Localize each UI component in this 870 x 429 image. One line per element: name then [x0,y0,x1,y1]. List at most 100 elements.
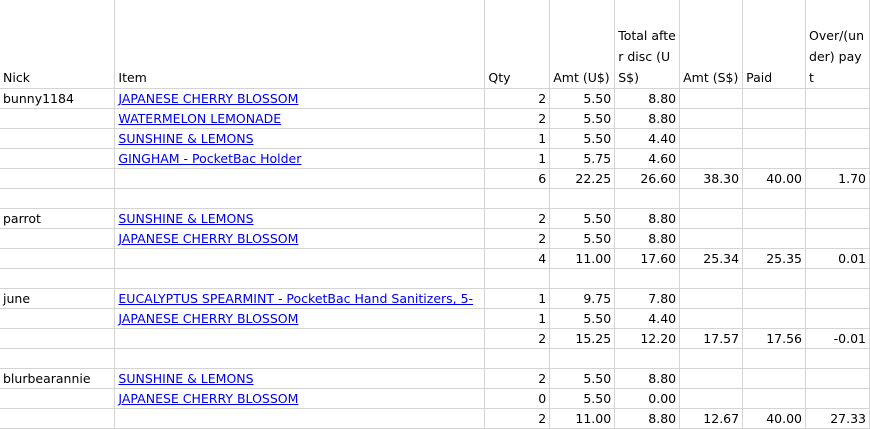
over-under-cell[interactable] [805,228,870,249]
total-after-disc-cell[interactable]: 7.80 [614,288,681,309]
amt-usd-cell[interactable]: 5.50 [549,388,616,409]
paid-cell[interactable] [742,388,807,409]
over-under-cell[interactable] [805,308,870,329]
total-after-disc-cell[interactable]: 4.40 [614,128,681,149]
empty-cell[interactable] [805,348,870,369]
empty-cell[interactable] [549,348,616,369]
nick-cell[interactable] [0,328,116,349]
item-cell[interactable]: WATERMELON LEMONADE [114,108,486,129]
total-after-disc-total-cell[interactable]: 26.60 [614,168,681,189]
empty-cell[interactable] [742,268,807,289]
item-link[interactable]: SUNSHINE & LEMONS [118,131,253,146]
paid-cell[interactable] [742,108,807,129]
header-total-after-disc[interactable]: Total after disc (US$) [614,0,681,89]
empty-cell[interactable] [0,188,116,209]
item-link[interactable]: SUNSHINE & LEMONS [118,371,253,386]
item-link[interactable]: JAPANESE CHERRY BLOSSOM [118,391,298,406]
qty-cell[interactable]: 1 [484,148,551,169]
total-after-disc-cell[interactable]: 8.80 [614,228,681,249]
empty-cell[interactable] [114,348,486,369]
total-after-disc-cell[interactable]: 8.80 [614,208,681,229]
qty-cell[interactable]: 2 [484,228,551,249]
empty-cell[interactable] [484,188,551,209]
item-cell[interactable] [114,408,486,429]
qty-cell[interactable]: 1 [484,308,551,329]
nick-cell[interactable]: june [0,288,116,309]
over-under-cell[interactable] [805,288,870,309]
over-under-cell[interactable] [805,128,870,149]
over-under-cell[interactable] [805,388,870,409]
amt-sgd-cell[interactable] [679,108,744,129]
empty-cell[interactable] [114,188,486,209]
empty-cell[interactable] [549,188,616,209]
item-cell[interactable]: JAPANESE CHERRY BLOSSOM [114,88,486,109]
item-cell[interactable] [114,328,486,349]
nick-cell[interactable] [0,128,116,149]
total-after-disc-cell[interactable]: 8.80 [614,108,681,129]
empty-cell[interactable] [679,268,744,289]
empty-cell[interactable] [679,348,744,369]
empty-cell[interactable] [0,268,116,289]
over-under-total-cell[interactable]: 0.01 [805,248,870,269]
qty-cell[interactable]: 2 [484,208,551,229]
amt-sgd-total-cell[interactable]: 25.34 [679,248,744,269]
qty-cell[interactable]: 2 [484,108,551,129]
amt-sgd-cell[interactable] [679,128,744,149]
nick-cell[interactable] [0,108,116,129]
amt-sgd-cell[interactable] [679,288,744,309]
item-link[interactable]: EUCALYPTUS SPEARMINT - PocketBac Hand Sa… [118,291,473,306]
header-amt-sgd[interactable]: Amt (S$) [679,0,744,89]
item-link[interactable]: SUNSHINE & LEMONS [118,211,253,226]
item-cell[interactable]: SUNSHINE & LEMONS [114,208,486,229]
amt-usd-total-cell[interactable]: 11.00 [549,248,616,269]
paid-cell[interactable] [742,88,807,109]
amt-usd-cell[interactable]: 9.75 [549,288,616,309]
empty-cell[interactable] [0,348,116,369]
empty-cell[interactable] [614,348,681,369]
amt-usd-cell[interactable]: 5.50 [549,128,616,149]
paid-cell[interactable] [742,148,807,169]
total-after-disc-total-cell[interactable]: 12.20 [614,328,681,349]
amt-usd-total-cell[interactable]: 22.25 [549,168,616,189]
item-cell[interactable]: SUNSHINE & LEMONS [114,128,486,149]
amt-sgd-cell[interactable] [679,368,744,389]
paid-cell[interactable] [742,288,807,309]
qty-cell[interactable]: 2 [484,368,551,389]
item-cell[interactable]: GINGHAM - PocketBac Holder [114,148,486,169]
total-after-disc-cell[interactable]: 8.80 [614,88,681,109]
item-cell[interactable] [114,168,486,189]
nick-cell[interactable] [0,308,116,329]
header-nick[interactable]: Nick [0,0,116,89]
qty-total-cell[interactable]: 6 [484,168,551,189]
nick-cell[interactable]: parrot [0,208,116,229]
item-cell[interactable]: EUCALYPTUS SPEARMINT - PocketBac Hand Sa… [114,288,486,309]
empty-cell[interactable] [484,268,551,289]
nick-cell[interactable] [0,168,116,189]
empty-cell[interactable] [742,188,807,209]
empty-cell[interactable] [614,268,681,289]
amt-sgd-cell[interactable] [679,308,744,329]
nick-cell[interactable] [0,388,116,409]
paid-cell[interactable] [742,208,807,229]
header-item[interactable]: Item [114,0,486,89]
item-cell[interactable] [114,248,486,269]
nick-cell[interactable] [0,408,116,429]
empty-cell[interactable] [805,268,870,289]
item-cell[interactable]: SUNSHINE & LEMONS [114,368,486,389]
item-cell[interactable]: JAPANESE CHERRY BLOSSOM [114,308,486,329]
amt-usd-cell[interactable]: 5.50 [549,308,616,329]
paid-cell[interactable] [742,228,807,249]
amt-usd-cell[interactable]: 5.75 [549,148,616,169]
amt-sgd-cell[interactable] [679,148,744,169]
over-under-cell[interactable] [805,208,870,229]
item-link[interactable]: JAPANESE CHERRY BLOSSOM [118,231,298,246]
amt-usd-cell[interactable]: 5.50 [549,108,616,129]
item-link[interactable]: JAPANESE CHERRY BLOSSOM [118,91,298,106]
paid-total-cell[interactable]: 17.56 [742,328,807,349]
total-after-disc-total-cell[interactable]: 8.80 [614,408,681,429]
amt-sgd-cell[interactable] [679,228,744,249]
amt-usd-cell[interactable]: 5.50 [549,208,616,229]
over-under-cell[interactable] [805,88,870,109]
item-link[interactable]: GINGHAM - PocketBac Holder [118,151,301,166]
empty-cell[interactable] [549,268,616,289]
